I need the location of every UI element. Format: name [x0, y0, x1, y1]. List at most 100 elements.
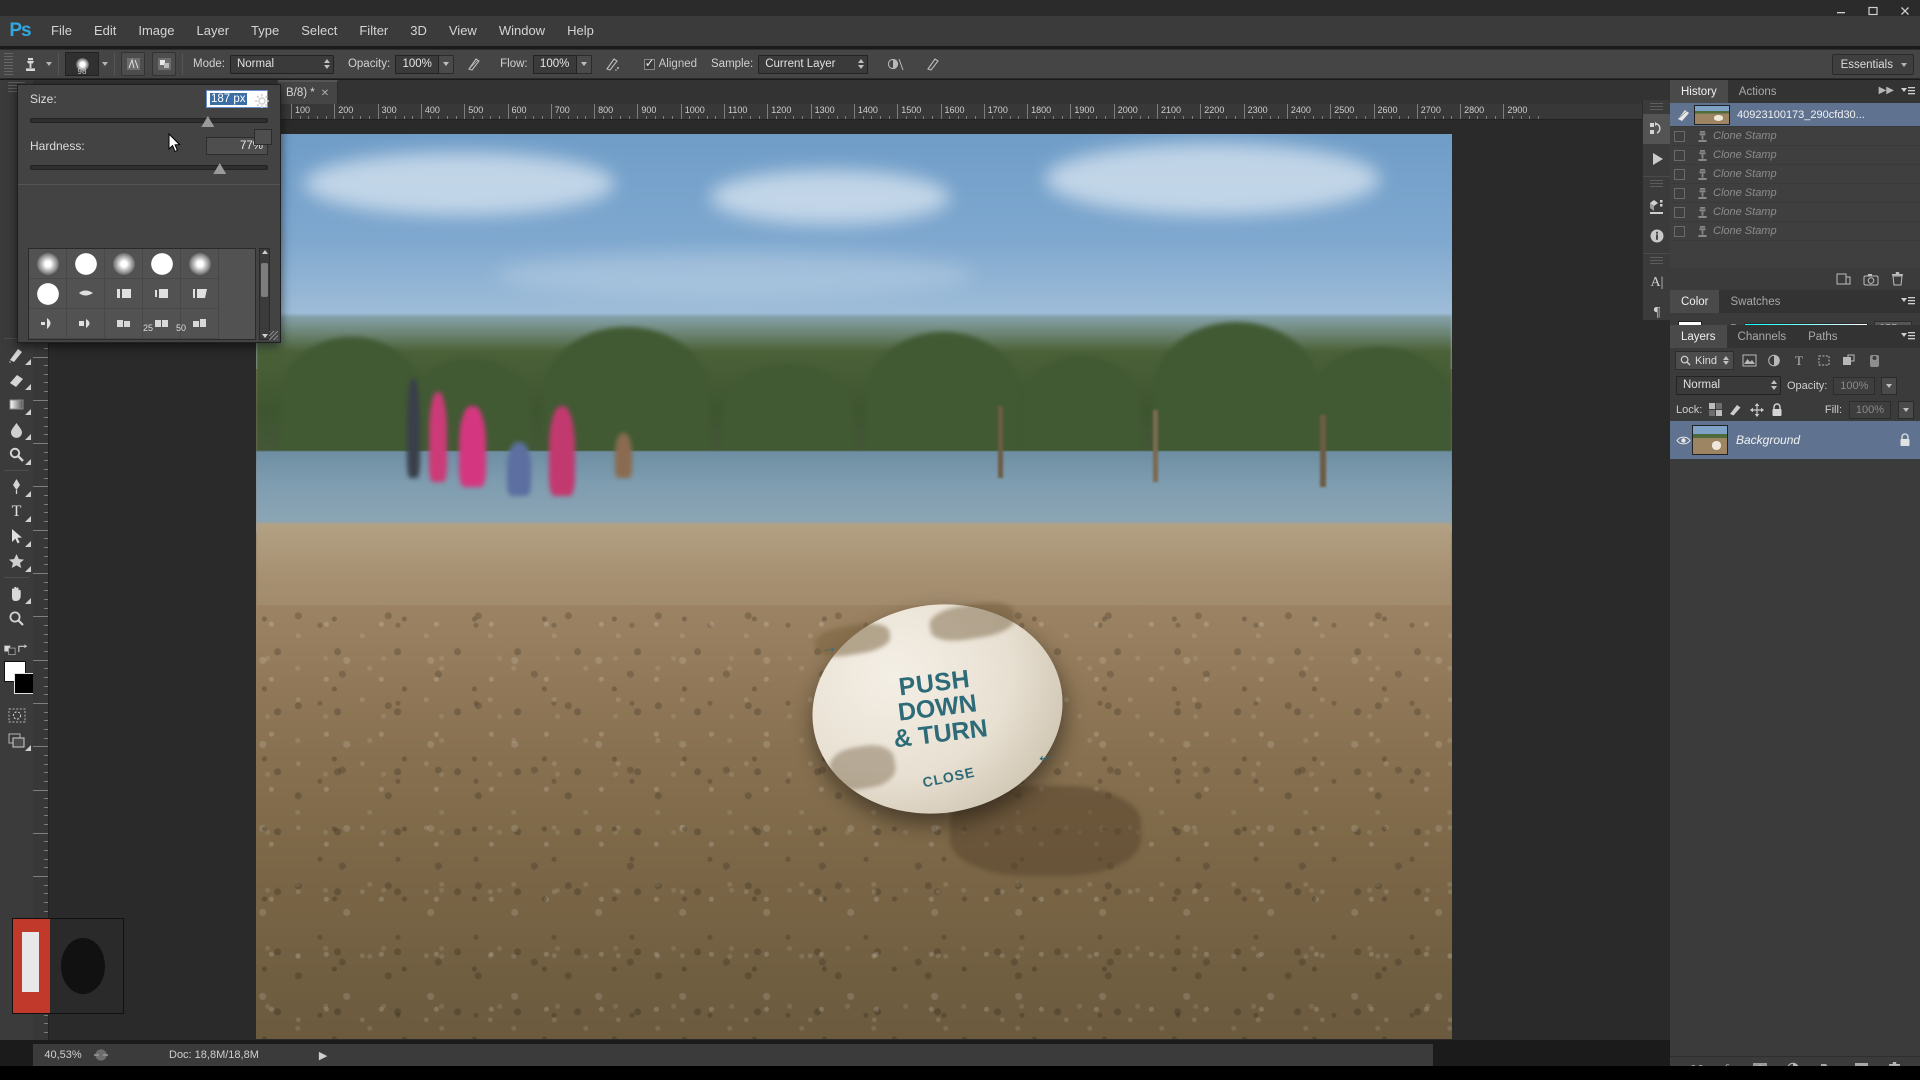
- tab-actions[interactable]: Actions: [1727, 80, 1788, 103]
- brush-preset-slanted-tip[interactable]: [181, 309, 219, 339]
- create-document-from-state-icon[interactable]: [1836, 272, 1851, 286]
- menu-window[interactable]: Window: [488, 16, 556, 46]
- minidock-grip[interactable]: [1650, 103, 1663, 111]
- brush-hardness-slider[interactable]: [30, 160, 268, 174]
- layer-fill-dropdown-icon[interactable]: [1898, 400, 1914, 419]
- aligned-checkbox[interactable]: Aligned: [643, 56, 697, 70]
- menu-3d[interactable]: 3D: [399, 16, 438, 46]
- history-state-row[interactable]: Clone Stamp: [1670, 203, 1920, 222]
- lock-all-icon[interactable]: [1771, 402, 1783, 417]
- menu-type[interactable]: Type: [240, 16, 290, 46]
- ignore-adjustment-layers-icon[interactable]: [882, 52, 908, 76]
- brush-preset-soft-round-25[interactable]: [67, 339, 105, 340]
- filter-smart-objects-icon[interactable]: [1839, 351, 1859, 370]
- brush-preset-chevron-icon[interactable]: [102, 62, 108, 66]
- opacity-dropdown-icon[interactable]: [439, 54, 455, 74]
- info-icon[interactable]: [1643, 221, 1671, 251]
- history-snapshot-row[interactable]: 40923100173_290cfd30...: [1670, 103, 1920, 127]
- history-state-row[interactable]: Clone Stamp: [1670, 127, 1920, 146]
- history-state-row[interactable]: Clone Stamp: [1670, 184, 1920, 203]
- brush-preset-round-blunt[interactable]: [29, 309, 67, 339]
- scroll-up-icon[interactable]: [262, 250, 268, 254]
- brush-size-slider[interactable]: [30, 113, 268, 127]
- layer-blend-mode-select[interactable]: Normal: [1676, 376, 1781, 395]
- tab-history[interactable]: History: [1670, 80, 1728, 103]
- brush-preset-grid[interactable]: [28, 248, 256, 340]
- lock-transparent-pixels-icon[interactable]: [1709, 403, 1723, 416]
- collapse-panel-icon[interactable]: ▶▶: [1879, 85, 1894, 96]
- brush-preset-hard-round[interactable]: [67, 249, 105, 279]
- opacity-value[interactable]: 100%: [395, 54, 440, 74]
- layer-row-background[interactable]: Background: [1670, 421, 1920, 459]
- menu-select[interactable]: Select: [290, 16, 348, 46]
- brush-preset-flat-tip[interactable]: [67, 279, 105, 309]
- menu-image[interactable]: Image: [127, 16, 185, 46]
- menu-view[interactable]: View: [438, 16, 488, 46]
- lock-position-icon[interactable]: [1750, 402, 1765, 417]
- brush-preset-soft-round[interactable]: [181, 249, 219, 279]
- filter-type-layers-icon[interactable]: T: [1789, 351, 1809, 370]
- brush-size-lock-button[interactable]: [254, 129, 272, 145]
- brush-panel-toggle-button[interactable]: [121, 52, 145, 76]
- tab-swatches[interactable]: Swatches: [1719, 290, 1792, 313]
- tool-type[interactable]: T: [0, 499, 33, 524]
- history-state-checkbox[interactable]: [1674, 187, 1685, 199]
- history-panel-menu-icon[interactable]: [1900, 85, 1916, 98]
- blend-mode-select[interactable]: Normal: [229, 54, 334, 74]
- brush-grid-scroll-thumb[interactable]: [261, 263, 268, 297]
- brush-popup-resize-grip[interactable]: [269, 331, 278, 340]
- layer-name[interactable]: Background: [1736, 433, 1894, 447]
- tool-brush[interactable]: [0, 342, 33, 367]
- tool-gradient[interactable]: [0, 392, 33, 417]
- screen-mode-button[interactable]: [0, 728, 33, 753]
- canvas-area[interactable]: PUSH DOWN & TURN CLOSE ← ←: [49, 120, 1670, 1040]
- history-state-checkbox[interactable]: [1674, 225, 1685, 237]
- brush-grid-scrollbar[interactable]: [259, 248, 270, 340]
- history-state-row[interactable]: Clone Stamp: [1670, 222, 1920, 241]
- airbrush-icon[interactable]: [600, 52, 626, 76]
- tab-channels[interactable]: Channels: [1726, 325, 1798, 348]
- brush-preset-soft-round-50[interactable]: [105, 339, 143, 340]
- zoom-level[interactable]: 40,53%: [33, 1049, 93, 1061]
- default-colors-icon[interactable]: [4, 643, 17, 656]
- menu-file[interactable]: File: [40, 16, 83, 46]
- brush-preset-soft-round[interactable]: [105, 249, 143, 279]
- menu-edit[interactable]: Edit: [83, 16, 127, 46]
- history-state-list[interactable]: 40923100173_290cfd30... Clone Stamp Clone…: [1670, 103, 1920, 268]
- history-state-checkbox[interactable]: [1674, 168, 1685, 180]
- layer-opacity-value[interactable]: 100%: [1833, 376, 1876, 395]
- opacity-pressure-icon[interactable]: [462, 52, 488, 76]
- actions-play-icon[interactable]: [1643, 144, 1671, 174]
- tab-color[interactable]: Color: [1670, 290, 1720, 313]
- preview-thumbnail[interactable]: [12, 918, 124, 1014]
- clone-source-panel-button[interactable]: [152, 52, 176, 76]
- filter-pixel-layers-icon[interactable]: [1739, 351, 1759, 370]
- layer-filter-toggle-switch[interactable]: [1864, 351, 1884, 370]
- tool-preset-chevron-icon[interactable]: [46, 62, 52, 66]
- workspace-switcher[interactable]: Essentials: [1831, 54, 1914, 75]
- scroll-down-icon[interactable]: [262, 334, 268, 338]
- brush-preset-hard-round[interactable]: [29, 279, 67, 309]
- document-tab-close-icon[interactable]: ✕: [321, 88, 329, 99]
- tool-hand[interactable]: [0, 581, 33, 606]
- sample-select[interactable]: Current Layer: [758, 54, 869, 74]
- flow-dropdown-icon[interactable]: [576, 54, 592, 74]
- lock-image-pixels-icon[interactable]: [1729, 403, 1743, 416]
- tool-zoom[interactable]: [0, 606, 33, 631]
- layer-thumbnail[interactable]: [1692, 425, 1728, 455]
- brush-preset-fan-tip[interactable]: [181, 279, 219, 309]
- tool-eraser[interactable]: [0, 367, 33, 392]
- brush-preset-cone-tip[interactable]: [29, 339, 67, 340]
- flow-value[interactable]: 100%: [532, 54, 577, 74]
- brush-preset-angled-tip[interactable]: [105, 279, 143, 309]
- tab-paths[interactable]: Paths: [1797, 325, 1849, 348]
- brush-preset-chisel-tip[interactable]: [143, 279, 181, 309]
- menu-layer[interactable]: Layer: [186, 16, 241, 46]
- history-state-checkbox[interactable]: [1674, 149, 1685, 161]
- canvas-image[interactable]: PUSH DOWN & TURN CLOSE ← ←: [256, 134, 1452, 1039]
- filter-shape-layers-icon[interactable]: [1814, 351, 1834, 370]
- tool-blur[interactable]: [0, 417, 33, 442]
- brush-preset-popup[interactable]: Size: 187 px Hardness: 77% 25 50: [17, 84, 281, 343]
- minidock-grip[interactable]: [1650, 180, 1663, 188]
- history-dock-icon[interactable]: [1643, 114, 1671, 144]
